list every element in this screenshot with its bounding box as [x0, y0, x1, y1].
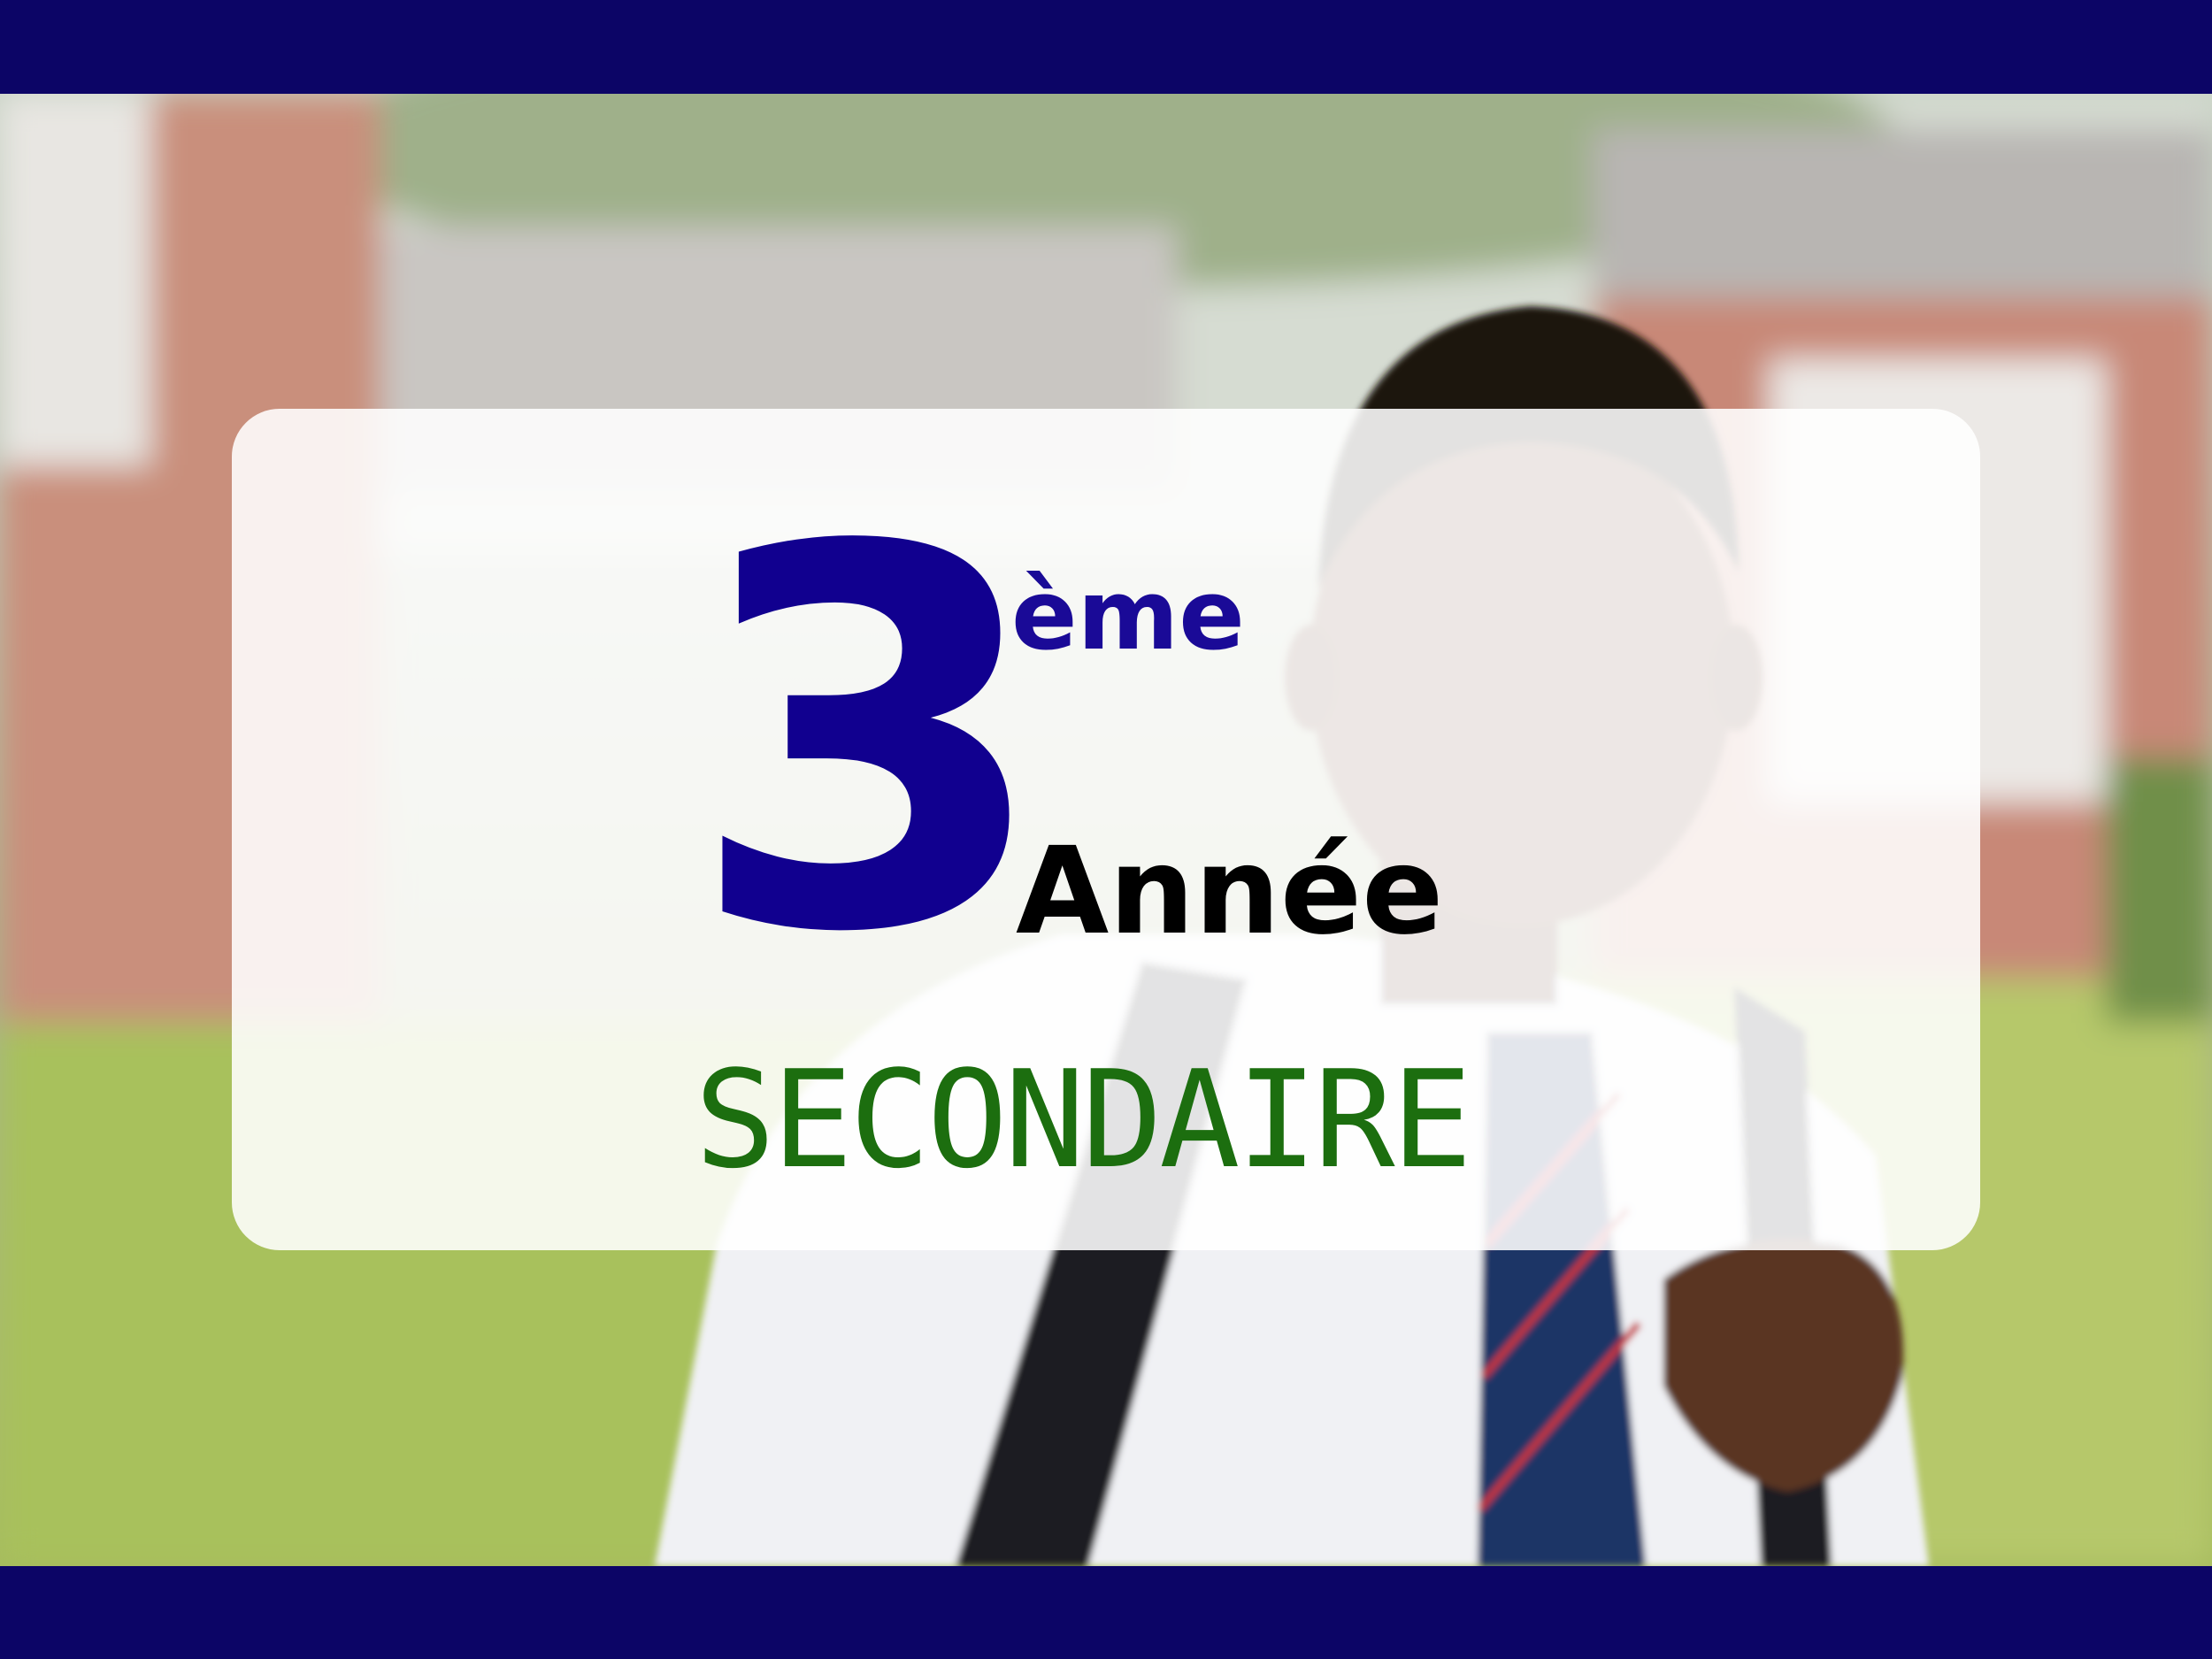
education-level-label: SECONDAIRE	[695, 1041, 1472, 1198]
course-banner: 3 ème Année SECONDAIRE	[0, 0, 2212, 1659]
grade-number: 3	[687, 439, 1051, 1047]
grade-ordinal-suffix: ème	[1011, 558, 1245, 672]
bottom-frame-bar	[0, 1566, 2212, 1659]
top-frame-bar	[0, 0, 2212, 94]
grade-year-label: Année	[1016, 822, 1444, 962]
